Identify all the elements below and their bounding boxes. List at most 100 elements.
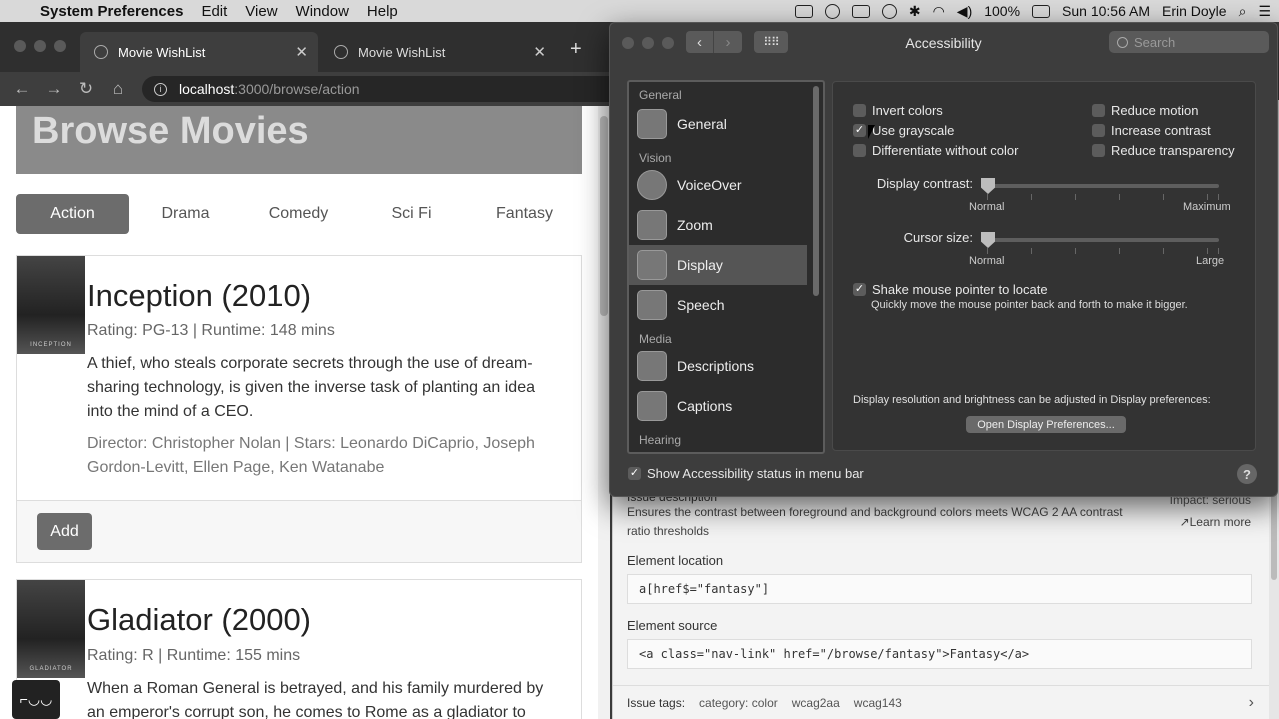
- tab-title: Movie WishList: [118, 44, 206, 60]
- menu-user[interactable]: Erin Doyle: [1162, 3, 1227, 19]
- wifi-icon[interactable]: ◠: [933, 3, 945, 20]
- home-icon[interactable]: ⌂: [102, 79, 134, 99]
- menu-window[interactable]: Window: [296, 3, 349, 20]
- checkmark-icon[interactable]: ✓: [853, 124, 866, 137]
- glasses-logo-icon[interactable]: ⌐◡◡: [12, 680, 60, 719]
- checkmark-icon[interactable]: ✓: [853, 283, 866, 296]
- voiceover-icon: [637, 170, 667, 200]
- back-icon[interactable]: ←: [6, 79, 38, 99]
- cloud-icon[interactable]: [824, 3, 840, 19]
- checkbox-box[interactable]: [853, 104, 866, 117]
- window-controls: [14, 40, 66, 52]
- accessibility-icon[interactable]: [881, 3, 897, 19]
- menu-view[interactable]: View: [245, 3, 277, 20]
- page-title: Browse Movies: [32, 110, 309, 152]
- checkmark-icon[interactable]: ✓: [628, 467, 641, 480]
- shake-to-locate-checkbox[interactable]: ✓ Shake mouse pointer to locate: [853, 282, 1048, 297]
- scrollbar-thumb[interactable]: [600, 116, 608, 316]
- issue-description: Ensures the contrast between foreground …: [627, 505, 1123, 538]
- genre-tab-scifi[interactable]: Sci Fi: [355, 194, 468, 234]
- tag: wcag143: [853, 695, 902, 710]
- search-field[interactable]: Search: [1109, 31, 1269, 53]
- genre-tab-drama[interactable]: Drama: [129, 194, 242, 234]
- screen-record-icon[interactable]: [794, 4, 813, 18]
- cursor-size-slider[interactable]: [987, 238, 1219, 242]
- learn-more-link[interactable]: ↗Learn more: [1180, 515, 1251, 529]
- genre-tab-action[interactable]: Action: [16, 194, 129, 234]
- notification-center-icon[interactable]: ☰: [1258, 3, 1271, 20]
- display-contrast-knob[interactable]: [981, 178, 995, 194]
- zoom-icon: [637, 210, 667, 240]
- forward-icon[interactable]: →: [38, 79, 70, 99]
- sidebar-item-speech[interactable]: Speech: [629, 285, 807, 325]
- checkbox-box[interactable]: [853, 144, 866, 157]
- open-display-preferences-button[interactable]: Open Display Preferences...: [966, 416, 1126, 433]
- sidebar-item-zoom[interactable]: Zoom: [629, 205, 807, 245]
- show-status-in-menubar-checkbox[interactable]: ✓ Show Accessibility status in menu bar: [628, 466, 864, 481]
- minimize-window-button[interactable]: [34, 40, 46, 52]
- sidebar-item-captions[interactable]: Captions: [629, 386, 807, 426]
- volume-icon[interactable]: ◀): [957, 3, 972, 20]
- browser-tab[interactable]: Movie WishList ✕: [320, 32, 556, 72]
- browser-tab-active[interactable]: Movie WishList ✕: [80, 32, 318, 72]
- battery-percent[interactable]: 100%: [984, 3, 1020, 19]
- url-path: :3000/browse/action: [234, 81, 360, 97]
- external-link-icon: ↗: [1179, 515, 1190, 529]
- add-button[interactable]: Add: [37, 513, 92, 550]
- tag: wcag2aa: [791, 695, 840, 710]
- sidebar-item-general[interactable]: General: [629, 104, 807, 144]
- checkbox-box[interactable]: [1092, 104, 1105, 117]
- sidebar-scrollbar[interactable]: [813, 86, 819, 296]
- sidebar-item-voiceover[interactable]: VoiceOver: [629, 165, 807, 205]
- reduce-motion-checkbox[interactable]: Reduce motion: [1092, 103, 1198, 118]
- search-placeholder: Search: [1134, 34, 1176, 50]
- shield-icon[interactable]: [851, 4, 870, 18]
- speech-icon: [637, 290, 667, 320]
- help-button[interactable]: ?: [1237, 464, 1257, 484]
- reload-icon[interactable]: ↻: [70, 79, 102, 99]
- menu-edit[interactable]: Edit: [201, 3, 227, 20]
- close-tab-icon[interactable]: ✕: [533, 43, 546, 61]
- genre-tab-fantasy[interactable]: Fantasy: [468, 194, 581, 234]
- poster-title: INCEPTION: [30, 342, 72, 348]
- increase-contrast-checkbox[interactable]: Increase contrast: [1092, 123, 1211, 138]
- new-tab-icon[interactable]: +: [570, 38, 582, 61]
- element-source-label: Element source: [627, 618, 718, 633]
- movie-poster: GLADIATOR: [17, 580, 85, 678]
- next-issue-icon[interactable]: ›: [1249, 694, 1254, 712]
- sidebar-item-display[interactable]: Display: [629, 245, 807, 285]
- menu-help[interactable]: Help: [367, 3, 398, 20]
- genre-tab-comedy[interactable]: Comedy: [242, 194, 355, 234]
- spotlight-icon[interactable]: ⌕: [1239, 3, 1247, 20]
- cursor-size-knob[interactable]: [981, 232, 995, 248]
- display-settings-pane: Invert colors ✓ Use grayscale Differentia…: [832, 81, 1256, 451]
- differentiate-without-color-checkbox[interactable]: Differentiate without color: [853, 143, 1018, 158]
- menu-app-name[interactable]: System Preferences: [40, 3, 183, 20]
- bluetooth-icon[interactable]: ✱: [909, 3, 921, 20]
- accessibility-preferences-window: ‹ › ⠿⠿ Accessibility Search General Gene…: [609, 22, 1278, 497]
- checkbox-box[interactable]: [1092, 144, 1105, 157]
- reduce-transparency-checkbox[interactable]: Reduce transparency: [1092, 143, 1235, 158]
- display-contrast-slider[interactable]: [987, 184, 1219, 188]
- checkbox-box[interactable]: [1092, 124, 1105, 137]
- movie-card: GLADIATOR Gladiator (2000) Rating: R | R…: [16, 579, 582, 719]
- battery-icon[interactable]: [1032, 4, 1051, 18]
- address-bar[interactable]: i localhost:3000/browse/action: [142, 76, 622, 102]
- issue-tags: Issue tags: category: color wcag2aa wcag…: [613, 685, 1270, 719]
- close-window-button[interactable]: [14, 40, 26, 52]
- accessibility-sidebar: General General Vision VoiceOver Zoom Di…: [627, 80, 825, 454]
- sidebar-category: Vision: [639, 151, 672, 165]
- invert-colors-checkbox[interactable]: Invert colors: [853, 103, 943, 118]
- menu-clock[interactable]: Sun 10:56 AM: [1062, 3, 1150, 19]
- movie-title: Gladiator (2000): [87, 602, 312, 637]
- contrast-min-label: Normal: [969, 201, 1005, 213]
- sidebar-item-descriptions[interactable]: Descriptions: [629, 346, 807, 386]
- zoom-window-button[interactable]: [54, 40, 66, 52]
- sidebar-category: Hearing: [639, 433, 682, 447]
- site-info-icon[interactable]: i: [154, 82, 167, 96]
- tag: category: color: [699, 695, 778, 710]
- close-tab-icon[interactable]: ✕: [295, 43, 308, 61]
- movie-description: A thief, who steals corporate secrets th…: [87, 355, 535, 420]
- movie-credits: Director: Christopher Nolan | Stars: Leo…: [87, 435, 535, 476]
- resolution-note: Display resolution and brightness can be…: [853, 394, 1211, 406]
